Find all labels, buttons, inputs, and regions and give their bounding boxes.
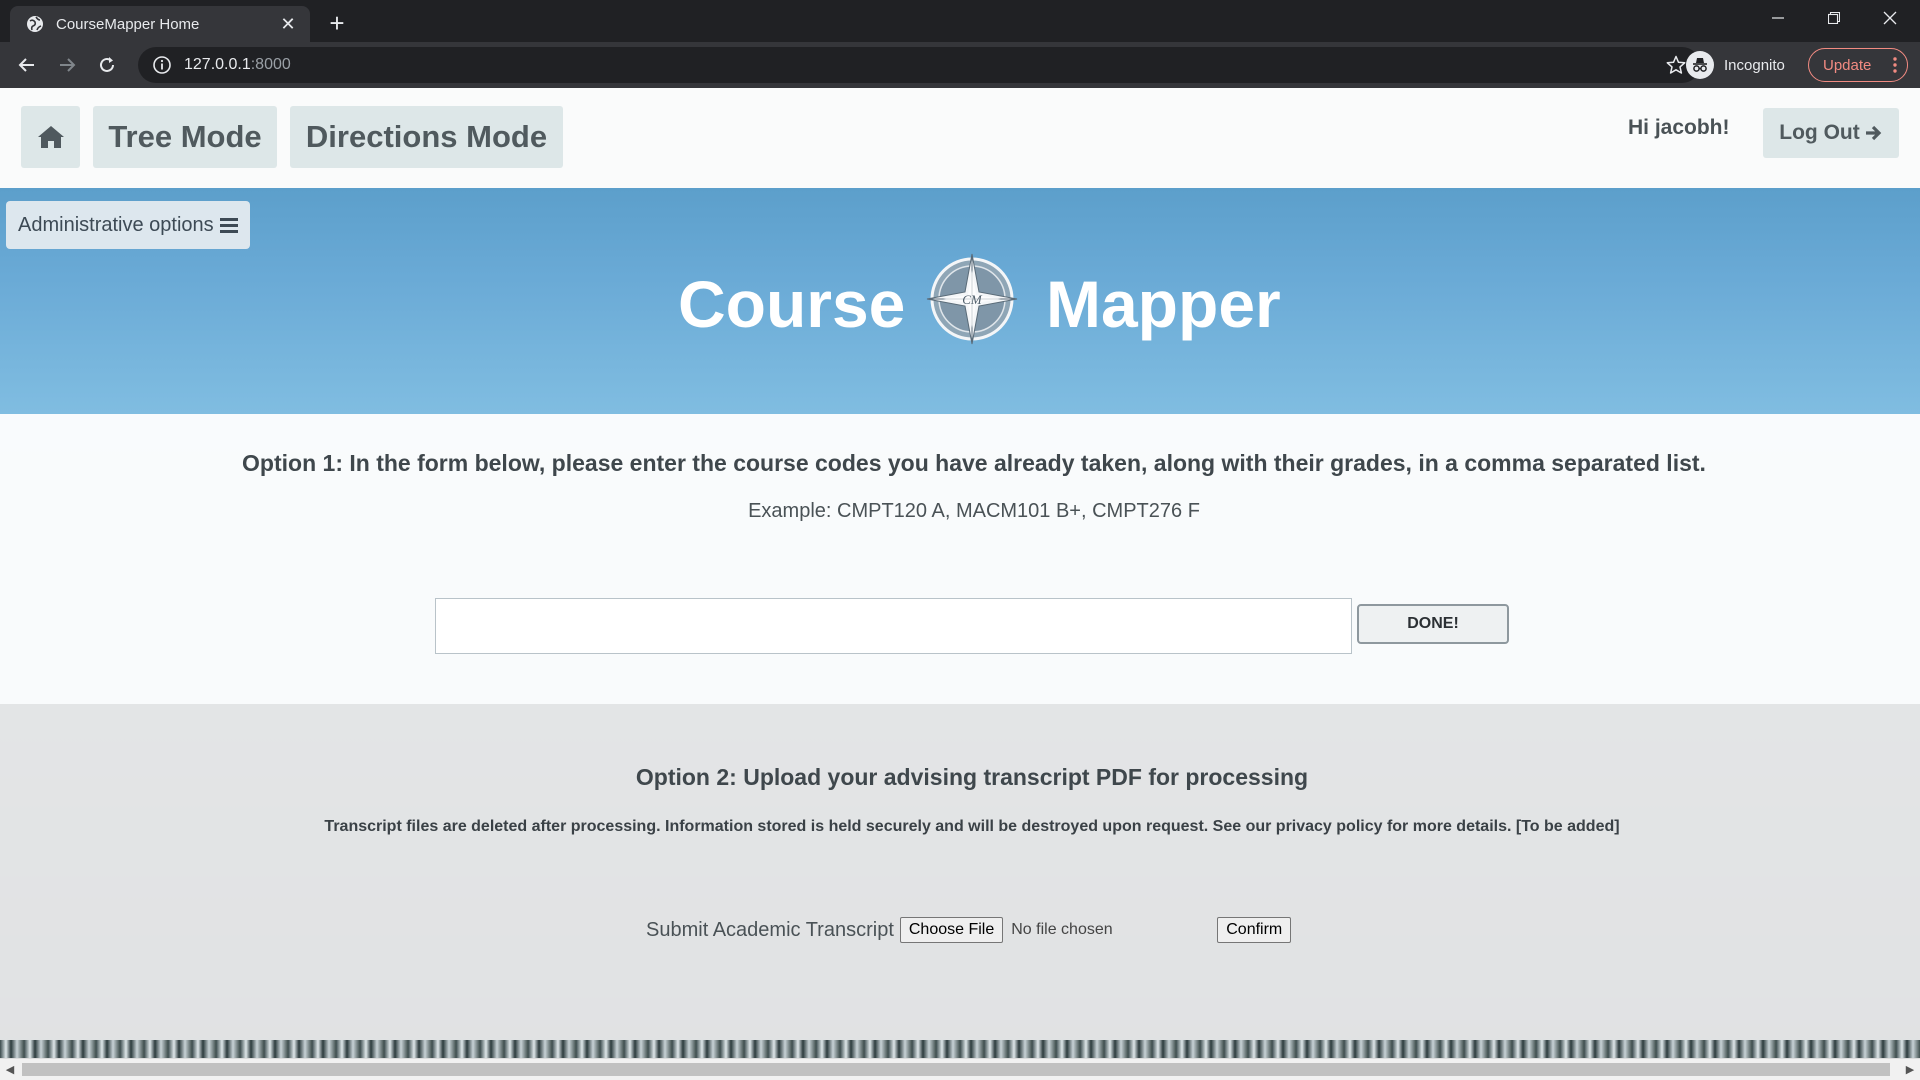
url-host: 127.0.0.1 xyxy=(184,56,251,73)
star-icon[interactable] xyxy=(1666,55,1686,75)
compass-text: CM xyxy=(962,292,983,307)
admin-options-label: Administrative options xyxy=(18,213,214,236)
admin-options-button[interactable]: Administrative options xyxy=(6,201,250,249)
incognito-indicator[interactable]: Incognito xyxy=(1686,49,1785,81)
brand-mapper: Mapper xyxy=(1046,267,1281,341)
compass-icon: CM xyxy=(926,253,1018,345)
site-navbar: Tree Mode Directions Mode Hi jacobh! Log… xyxy=(0,88,1920,188)
file-status: No file chosen xyxy=(1011,921,1113,938)
snowy-trees-strip xyxy=(0,1040,1920,1058)
option2-section: Option 2: Upload your advising transcrip… xyxy=(0,704,1920,1040)
course-codes-input[interactable] xyxy=(435,598,1352,654)
logout-button[interactable]: Log Out xyxy=(1763,108,1899,158)
scrollbar-thumb[interactable] xyxy=(22,1063,1890,1076)
scroll-right-icon[interactable]: ▶ xyxy=(1902,1062,1918,1078)
home-icon xyxy=(37,126,64,148)
hero-banner: Administrative options Course CM Mapper xyxy=(0,188,1920,414)
browser-tab[interactable]: CourseMapper Home ✕ xyxy=(10,6,310,42)
window-close-icon[interactable] xyxy=(1862,0,1918,36)
incognito-label: Incognito xyxy=(1724,56,1785,74)
url-port: :8000 xyxy=(250,56,291,73)
horizontal-scrollbar[interactable]: ◀ ▶ xyxy=(0,1058,1920,1080)
tab-title: CourseMapper Home xyxy=(56,15,200,33)
restore-icon[interactable] xyxy=(1806,0,1862,36)
directions-mode-button[interactable]: Directions Mode xyxy=(290,106,563,168)
browser-tabstrip: CourseMapper Home ✕ + xyxy=(0,0,1920,42)
brand-course: Course xyxy=(678,267,906,341)
reload-icon[interactable] xyxy=(91,49,123,81)
arrow-right-icon xyxy=(1865,125,1881,141)
close-icon[interactable]: ✕ xyxy=(278,14,298,34)
scroll-left-icon[interactable]: ◀ xyxy=(2,1062,18,1078)
option2-title: Option 2: Upload your advising transcrip… xyxy=(635,764,1309,790)
address-bar[interactable]: 127.0.0.1:8000 xyxy=(138,47,1700,83)
home-button[interactable] xyxy=(21,106,80,168)
update-button[interactable]: Update xyxy=(1808,48,1908,82)
hamburger-icon xyxy=(219,217,238,233)
update-label: Update xyxy=(1823,56,1872,74)
done-button[interactable]: DONE! xyxy=(1357,604,1509,644)
logout-label: Log Out xyxy=(1779,121,1860,144)
back-arrow-icon[interactable] xyxy=(11,49,43,81)
option2-note: Transcript files are deleted after proce… xyxy=(324,818,1620,835)
more-vert-icon[interactable] xyxy=(1893,57,1897,73)
option1-title: Option 1: In the form below, please ente… xyxy=(242,450,1706,476)
option1-example: Example: CMPT120 A, MACM101 B+, CMPT276 … xyxy=(748,500,1200,522)
incognito-icon xyxy=(1686,51,1714,79)
browser-toolbar: 127.0.0.1:8000 Incognito Update xyxy=(0,42,1920,88)
forward-arrow-icon[interactable] xyxy=(51,49,83,81)
option1-section: Option 1: In the form below, please ente… xyxy=(0,414,1920,704)
tree-mode-button[interactable]: Tree Mode xyxy=(93,106,277,168)
minimize-icon[interactable] xyxy=(1750,0,1806,36)
confirm-button[interactable]: Confirm xyxy=(1217,917,1292,943)
globe-icon xyxy=(27,16,43,32)
choose-file-button[interactable]: Choose File xyxy=(899,917,1004,943)
transcript-upload-row: Submit Academic Transcript Choose File N… xyxy=(646,915,1292,945)
web-page: Tree Mode Directions Mode Hi jacobh! Log… xyxy=(0,88,1920,1080)
plus-icon[interactable]: + xyxy=(322,8,352,38)
info-icon[interactable] xyxy=(152,55,172,75)
upload-label: Submit Academic Transcript xyxy=(646,918,894,941)
user-greeting: Hi jacobh! xyxy=(1628,116,1730,139)
